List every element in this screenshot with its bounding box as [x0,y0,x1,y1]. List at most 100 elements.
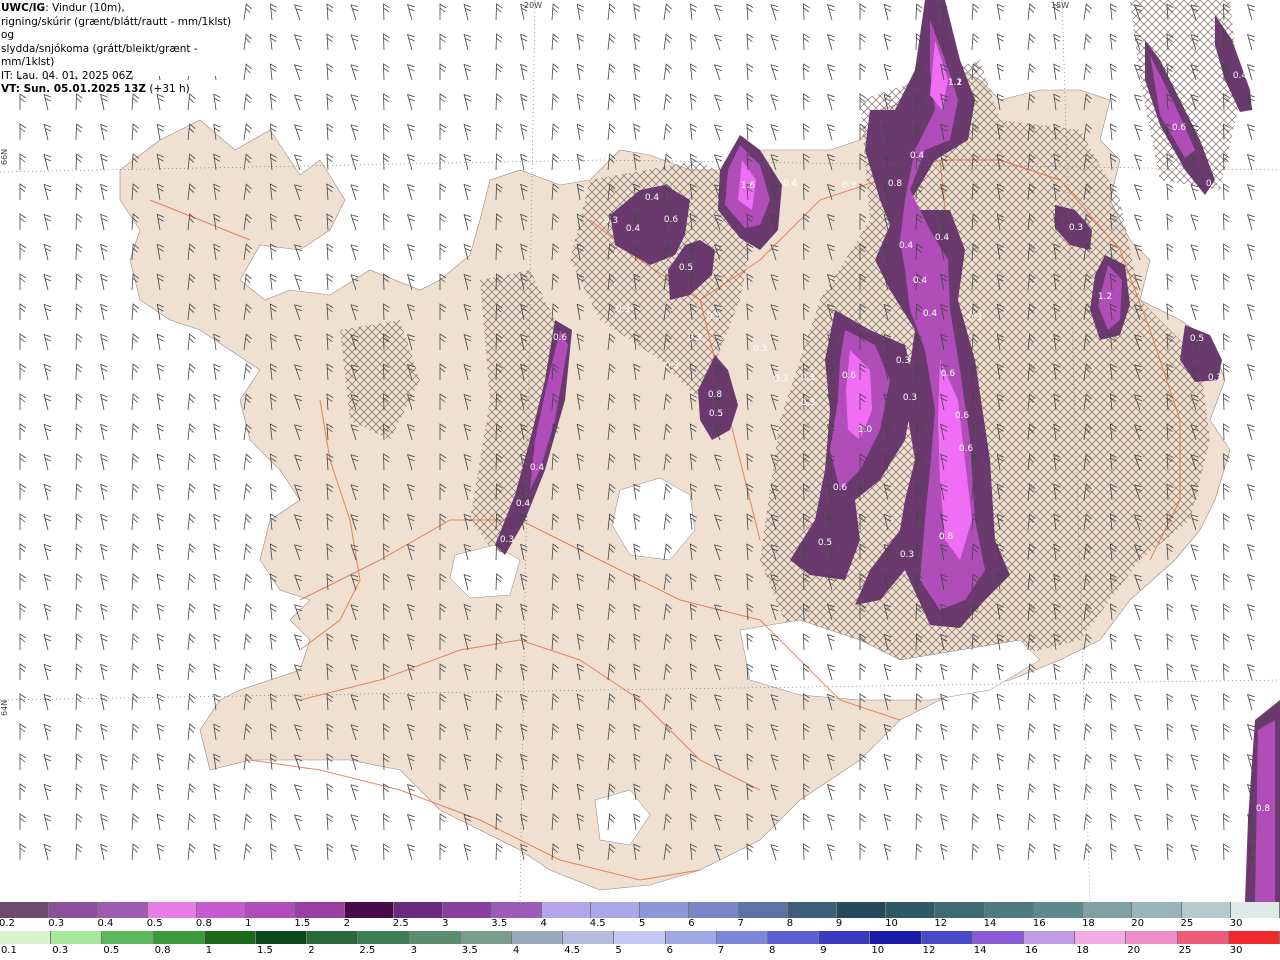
weather-map: 0.30.40.60.50.30.41.6 0.4 0.3 0.80.41.10.40… [0,0,1280,902]
rain-swatch [665,931,717,944]
precip-value-label: 0.5 [707,312,721,322]
snow-legend-label: 2.5 [392,918,409,929]
snow-legend-label: 2 [343,918,350,929]
rain-swatch [102,931,154,944]
map-header: UWC/IG: Vindur (10m), rigning/skúrir (gr… [0,0,238,95]
snow-swatch [492,902,542,918]
product-name: UWC/IG [1,2,46,14]
snow-swatch [640,902,690,918]
precip-value-label: 0.5 [679,263,693,273]
rain-legend-label: 20 [1127,945,1141,956]
snow-legend-label: 9 [835,918,843,929]
rain-swatch [153,931,205,944]
rain-swatch [870,931,922,944]
snow-legend-label: 1 [245,918,252,929]
snow-legend-label: 5 [639,918,646,929]
precip-value-label: 1.2 [948,78,962,88]
precip-value-label: 0.5 [818,538,832,548]
header-line3: slydda/snjókoma (grátt/bleikt/grænt - mm… [1,42,198,69]
rain-swatch [256,931,308,944]
rain-swatch [51,931,103,944]
snow-legend-label: 10 [885,918,898,929]
rain-legend-label: 4 [513,945,520,956]
precip-value-label: 0.3 [1069,223,1083,233]
rain-legend-label: 30 [1229,945,1243,956]
snow-swatch [1181,902,1231,918]
rain-legend-label: 2.5 [359,945,376,956]
rain-swatch [409,931,461,944]
snow-legend-label: 3 [442,918,449,929]
rain-swatch [1177,931,1229,944]
rain-swatch [972,931,1025,944]
snow-legend-label: 4.5 [589,918,606,929]
rain-swatch [716,931,769,944]
snow-legend-label: 30 [1229,918,1243,929]
snow-swatch [984,902,1034,918]
rain-swatch [0,931,52,944]
snow-swatch [49,902,99,918]
precip-value-label: 1.0 [858,425,873,435]
rain-swatch [512,931,564,944]
snow-legend-label: 0.4 [97,918,114,929]
forecast-hour: (+31 h) [146,83,190,95]
rain-legend-label: 1.5 [257,945,273,956]
precip-value-label: 0.4 [910,151,925,161]
precip-value-label: 0.6 [553,333,568,343]
snow-legend-label: 0.5 [146,918,163,929]
rain-legend-label: 10 [871,945,885,956]
snow-swatch [738,902,788,918]
snow-legend-bar [0,902,1280,918]
precip-value-label: 0.3 [1208,373,1222,383]
rain-swatch [307,931,359,944]
precip-value-label: 0.6 [959,444,974,454]
precip-value-label: 0.3 [1206,179,1220,189]
precip-value-label: 0.4 [935,233,950,243]
rain-legend-label: 7 [717,945,725,956]
rain-swatch [358,931,410,944]
precip-value-label: 0.4 [899,241,914,251]
snow-swatch [1132,902,1182,918]
snow-legend-label: 16 [1032,918,1046,929]
init-time: IT: Lau. 04. 01. 2025 06Z [1,69,133,82]
snow-swatch [1230,902,1280,918]
rain-swatch [819,931,871,944]
precip-value-label: 0.4 [783,179,798,189]
precip-value-label: 0.5 [709,409,723,419]
rain-swatch [1024,931,1076,944]
snow-swatch [196,902,247,918]
snow-swatch [886,902,936,918]
rain-swatch [921,931,973,944]
precip-value-label: 0.6 [941,369,956,379]
rain-legend-label: 0.3 [52,945,69,956]
snow-legend-label: 0.2 [0,918,15,929]
rain-swatch [614,931,666,944]
precip-value-label: 0.3 [842,181,856,191]
snow-legend-label: 14 [983,918,997,929]
header-line1: : Vindur (10m), [45,2,125,14]
precip-value-label: 0.8 [708,390,723,400]
snow-legend-label: 12 [934,918,948,929]
lat-label-66n: 66N [0,148,9,165]
rain-legend-labels: 0.1 0.3 0.5 0.8 1 1.5 2 2.5 3 3.5 4 4.5 5 6 7 8 9 10 12 14 1… [0,945,1280,958]
lat-label-64n: 64N [0,699,9,716]
precip-value-label: 0.3 [604,216,618,226]
precip-value-label: 0.3 [665,361,679,371]
rain-legend-label: 5 [615,945,622,956]
snow-legend-label: 3.5 [491,918,508,929]
snow-swatch [1083,902,1133,918]
snow-swatch [246,902,296,918]
snow-legend-label: 0.8 [195,918,212,929]
rain-legend-label: 3.5 [461,945,478,956]
snow-legend-label: 0.3 [48,918,65,929]
snow-legend-label: 7 [737,918,744,929]
precip-value-label: 0.3 [616,305,630,315]
snow-swatch [443,902,493,918]
rain-legend-label: 12 [922,945,936,956]
snow-swatch [295,902,345,918]
rain-swatch [1228,931,1280,944]
rain-legend-label: 14 [973,945,987,956]
rain-swatch [768,931,820,944]
precip-value-label: 0.3 [896,356,910,366]
rain-legend-label: 9 [820,945,827,956]
snow-legend-label: 6 [688,918,695,929]
